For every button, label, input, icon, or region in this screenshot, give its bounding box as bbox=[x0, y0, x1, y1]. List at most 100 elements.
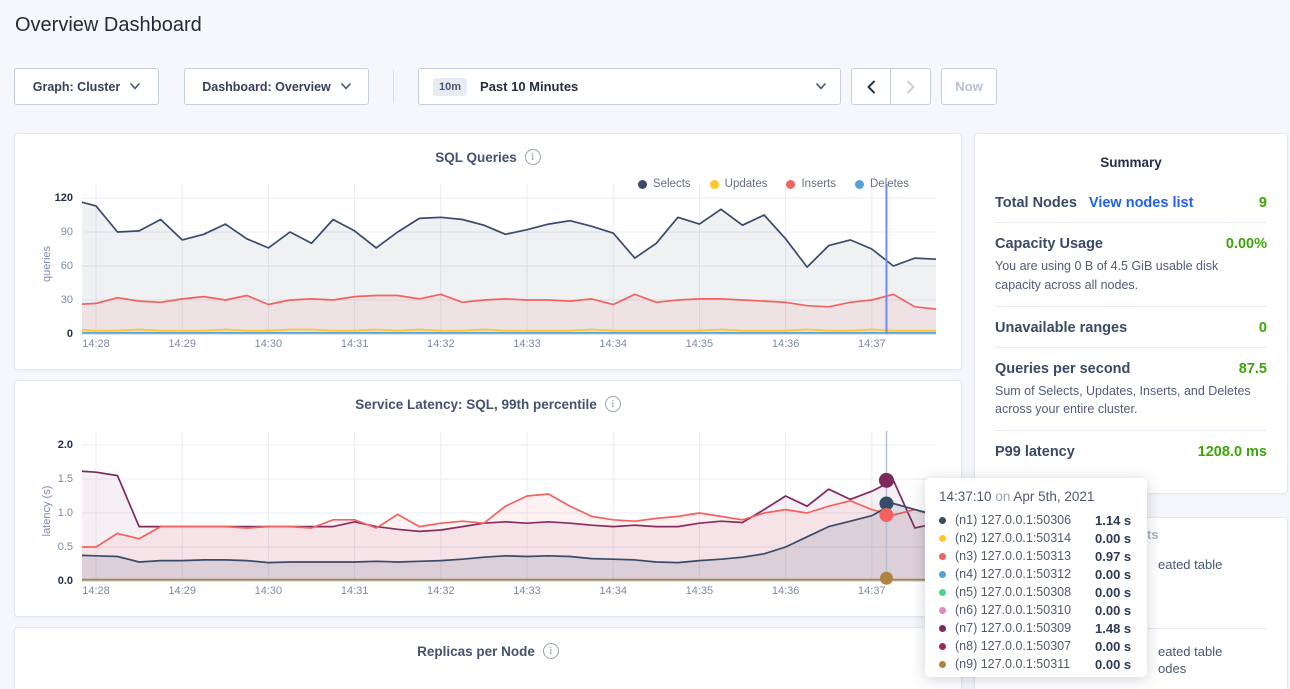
legend-label: Selects bbox=[653, 178, 691, 190]
node-latency-value: 1.48 s bbox=[1095, 621, 1131, 636]
tooltip-node-row: (n3) 127.0.0.1:503130.97 s bbox=[939, 547, 1133, 565]
summary-rows: Total Nodes View nodes list 9 Capacity Usag… bbox=[995, 182, 1267, 471]
now-button[interactable]: Now bbox=[941, 68, 997, 105]
node-address: (n9) 127.0.0.1:50311 bbox=[955, 657, 1095, 671]
node-color-dot bbox=[939, 589, 946, 596]
node-color-dot bbox=[939, 535, 946, 542]
sql-queries-plot: 030609012014:2814:2914:3014:3114:3214:33… bbox=[15, 134, 961, 369]
toolbar-divider bbox=[393, 70, 394, 103]
legend-item-selects[interactable]: Selects bbox=[638, 178, 691, 190]
tooltip-node-row: (n5) 127.0.0.1:503080.00 s bbox=[939, 583, 1133, 601]
summary-value: 87.5 bbox=[1239, 361, 1267, 377]
node-color-dot bbox=[939, 517, 946, 524]
dashboard-dropdown-label: Dashboard: Overview bbox=[202, 80, 331, 94]
legend-dot bbox=[855, 180, 864, 189]
summary-row: P99 latency 1208.0 ms bbox=[995, 430, 1267, 471]
time-range-label: Past 10 Minutes bbox=[480, 79, 578, 94]
tooltip-node-row: (n9) 127.0.0.1:503110.00 s bbox=[939, 655, 1133, 673]
chart-title: Replicas per Node bbox=[417, 644, 535, 659]
summary-value: 9 bbox=[1259, 195, 1267, 211]
summary-label: P99 latency bbox=[995, 444, 1075, 460]
summary-value: 0.00% bbox=[1226, 236, 1267, 252]
latency-chart-card: 0.00.51.01.52.014:2814:2914:3014:3114:32… bbox=[14, 380, 962, 617]
node-latency-value: 0.00 s bbox=[1095, 585, 1131, 600]
legend-item-deletes[interactable]: Deletes bbox=[855, 178, 909, 190]
replicas-chart-card: Replicas per Node i bbox=[14, 627, 962, 689]
event-item-fragment[interactable]: odes bbox=[1158, 661, 1186, 676]
summary-title: Summary bbox=[995, 155, 1267, 170]
chart-title: Service Latency: SQL, 99th percentile bbox=[355, 397, 597, 412]
node-latency-value: 1.14 s bbox=[1095, 513, 1131, 528]
chart-tooltip: 14:37:10 on Apr 5th, 2021 (n1) 127.0.0.1… bbox=[925, 478, 1147, 677]
node-color-dot bbox=[939, 661, 946, 668]
node-latency-value: 0.00 s bbox=[1095, 567, 1131, 582]
tooltip-node-row: (n6) 127.0.0.1:503100.00 s bbox=[939, 601, 1133, 619]
legend-dot bbox=[786, 180, 795, 189]
tooltip-timestamp: 14:37:10 on Apr 5th, 2021 bbox=[939, 489, 1133, 504]
info-icon[interactable]: i bbox=[525, 149, 541, 165]
event-item-fragment[interactable]: eated table bbox=[1158, 644, 1222, 659]
tooltip-node-row: (n2) 127.0.0.1:503140.00 s bbox=[939, 529, 1133, 547]
node-latency-value: 0.00 s bbox=[1095, 657, 1131, 672]
summary-row: Queries per second87.5Sum of Selects, Up… bbox=[995, 347, 1267, 431]
graph-dropdown[interactable]: Graph: Cluster bbox=[14, 68, 159, 105]
dashboard-dropdown[interactable]: Dashboard: Overview bbox=[184, 68, 369, 105]
page-title: Overview Dashboard bbox=[15, 14, 202, 37]
time-range-badge: 10m bbox=[433, 78, 467, 96]
node-address: (n5) 127.0.0.1:50308 bbox=[955, 585, 1095, 599]
summary-label: Unavailable ranges bbox=[995, 320, 1127, 336]
node-latency-value: 0.00 s bbox=[1095, 639, 1131, 654]
time-next-button[interactable] bbox=[891, 68, 931, 105]
info-icon[interactable]: i bbox=[543, 643, 559, 659]
graph-dropdown-label: Graph: Cluster bbox=[33, 80, 121, 94]
chart-legend: Selects Updates Inserts Deletes bbox=[638, 178, 909, 190]
node-address: (n3) 127.0.0.1:50313 bbox=[955, 549, 1095, 563]
view-nodes-list-link[interactable]: View nodes list bbox=[1089, 195, 1194, 211]
summary-value: 0 bbox=[1259, 320, 1267, 336]
node-address: (n1) 127.0.0.1:50306 bbox=[955, 513, 1095, 527]
node-latency-value: 0.00 s bbox=[1095, 531, 1131, 546]
node-color-dot bbox=[939, 607, 946, 614]
legend-label: Updates bbox=[725, 178, 768, 190]
summary-row: Capacity Usage 0.00% You are using 0 B of … bbox=[995, 222, 1267, 306]
node-color-dot bbox=[939, 643, 946, 650]
legend-item-inserts[interactable]: Inserts bbox=[786, 178, 836, 190]
legend-item-updates[interactable]: Updates bbox=[710, 178, 768, 190]
summary-label: Queries per second bbox=[995, 361, 1130, 377]
summary-panel: Summary Total Nodes View nodes list 9 Capac… bbox=[974, 133, 1288, 494]
chart-title: SQL Queries bbox=[435, 150, 517, 165]
node-latency-value: 0.97 s bbox=[1095, 549, 1131, 564]
tooltip-node-row: (n1) 127.0.0.1:503061.14 s bbox=[939, 511, 1133, 529]
summary-label: Capacity Usage bbox=[995, 236, 1103, 252]
node-color-dot bbox=[939, 553, 946, 560]
chevron-down-icon bbox=[341, 83, 351, 90]
node-address: (n6) 127.0.0.1:50310 bbox=[955, 603, 1095, 617]
tooltip-node-row: (n8) 127.0.0.1:503070.00 s bbox=[939, 637, 1133, 655]
legend-label: Deletes bbox=[870, 178, 909, 190]
summary-row: Unavailable ranges 0 bbox=[995, 306, 1267, 347]
summary-value: 1208.0 ms bbox=[1198, 444, 1267, 460]
node-address: (n4) 127.0.0.1:50312 bbox=[955, 567, 1095, 581]
legend-label: Inserts bbox=[801, 178, 836, 190]
overview-dashboard-page: Overview Dashboard Graph: Cluster Dashbo… bbox=[0, 0, 1290, 689]
node-address: (n8) 127.0.0.1:50307 bbox=[955, 639, 1095, 653]
latency-plot: 0.00.51.01.52.014:2814:2914:3014:3114:32… bbox=[15, 381, 961, 616]
info-icon[interactable]: i bbox=[605, 396, 621, 412]
events-heading-fragment: ts bbox=[1147, 527, 1159, 542]
summary-description: You are using 0 B of 4.5 GiB usable disk… bbox=[995, 257, 1267, 295]
event-item-fragment[interactable]: eated table bbox=[1158, 557, 1222, 572]
summary-row: Total Nodes View nodes list 9 bbox=[995, 182, 1267, 222]
time-range-dropdown[interactable]: 10m Past 10 Minutes bbox=[418, 68, 841, 105]
summary-label: Total Nodes bbox=[995, 195, 1077, 211]
chevron-down-icon bbox=[816, 83, 826, 90]
node-address: (n2) 127.0.0.1:50314 bbox=[955, 531, 1095, 545]
sql-queries-chart-card: 030609012014:2814:2914:3014:3114:3214:33… bbox=[14, 133, 962, 370]
node-color-dot bbox=[939, 625, 946, 632]
chevron-right-icon bbox=[906, 80, 916, 94]
time-prev-button[interactable] bbox=[851, 68, 891, 105]
chevron-down-icon bbox=[130, 83, 140, 90]
node-color-dot bbox=[939, 571, 946, 578]
tooltip-node-row: (n4) 127.0.0.1:503120.00 s bbox=[939, 565, 1133, 583]
node-latency-value: 0.00 s bbox=[1095, 603, 1131, 618]
chevron-left-icon bbox=[866, 80, 876, 94]
